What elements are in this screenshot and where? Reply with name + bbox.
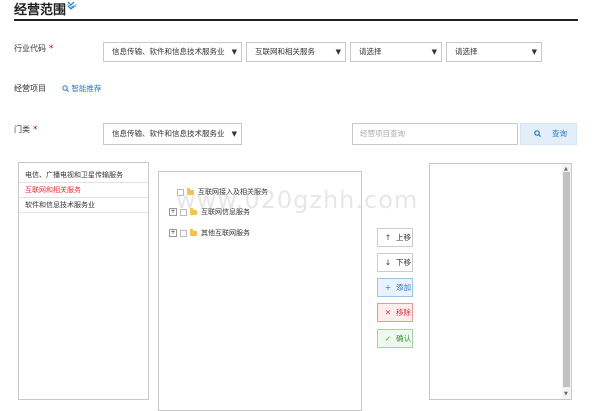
checkbox[interactable] — [180, 229, 187, 237]
folder-icon — [190, 228, 197, 236]
scroll-down-icon[interactable]: ▼ — [564, 391, 568, 397]
search-icon — [534, 124, 542, 144]
smart-recommend-link[interactable]: 智能推荐 — [62, 83, 101, 94]
close-icon: ✕ — [384, 308, 392, 317]
industry-code-label: 行业代码 * — [14, 44, 54, 54]
caret-down-icon: ▼ — [531, 48, 537, 56]
search-button[interactable]: 查询 — [520, 123, 577, 145]
tree-node[interactable]: + 其他互联网服务 — [169, 228, 250, 238]
collapse-toggle[interactable] — [67, 1, 75, 13]
search-icon — [62, 84, 71, 93]
add-button[interactable]: + 添加 — [377, 278, 413, 297]
required-mark: * — [33, 125, 38, 135]
confirm-button[interactable]: ✓ 确认 — [377, 329, 413, 348]
industry-select-3[interactable]: 请选择 ▼ — [350, 42, 442, 62]
move-up-button[interactable]: ↑ 上移 — [377, 228, 413, 247]
caret-down-icon: ▼ — [231, 130, 237, 138]
category-select[interactable]: 信息传输、软件和信息技术服务业 ▼ — [103, 123, 242, 145]
required-mark: * — [49, 44, 54, 54]
expand-icon[interactable]: + — [169, 229, 177, 237]
category-list-panel: 电信、广播电视和卫星传输服务 互联网和相关服务 软件和信息技术服务业 — [18, 162, 149, 400]
scrollbar-thumb[interactable] — [563, 172, 570, 387]
arrow-down-icon: ↓ — [384, 258, 392, 267]
industry-select-1[interactable]: 信息传输、软件和信息技术服务业 ▼ — [103, 42, 242, 62]
category-item[interactable]: 电信、广播电视和卫星传输服务 — [19, 168, 148, 183]
section-title: 经营范围 — [14, 3, 67, 18]
business-item-label: 经营项目 — [14, 84, 46, 93]
move-down-button[interactable]: ↓ 下移 — [377, 253, 413, 272]
caret-down-icon: ▼ — [231, 48, 237, 56]
caret-down-icon: ▼ — [335, 48, 341, 56]
check-icon: ✓ — [384, 334, 392, 343]
selected-items-panel — [429, 163, 572, 400]
remove-button[interactable]: ✕ 移除 — [377, 303, 413, 322]
industry-select-4[interactable]: 请选择 ▼ — [446, 42, 542, 62]
category-label: 门类 * — [14, 125, 38, 135]
arrow-up-icon: ↑ — [384, 233, 392, 242]
business-search-input[interactable]: 经营项目查询 — [352, 123, 518, 145]
category-item[interactable]: 软件和信息技术服务业 — [19, 198, 148, 213]
title-divider — [14, 19, 578, 21]
caret-down-icon: ▼ — [431, 48, 437, 56]
industry-select-2[interactable]: 互联网和相关服务 ▼ — [246, 42, 346, 62]
watermark: www.020gzhh.com — [176, 186, 419, 214]
category-item-selected[interactable]: 互联网和相关服务 — [19, 183, 148, 198]
plus-icon: + — [384, 283, 392, 292]
